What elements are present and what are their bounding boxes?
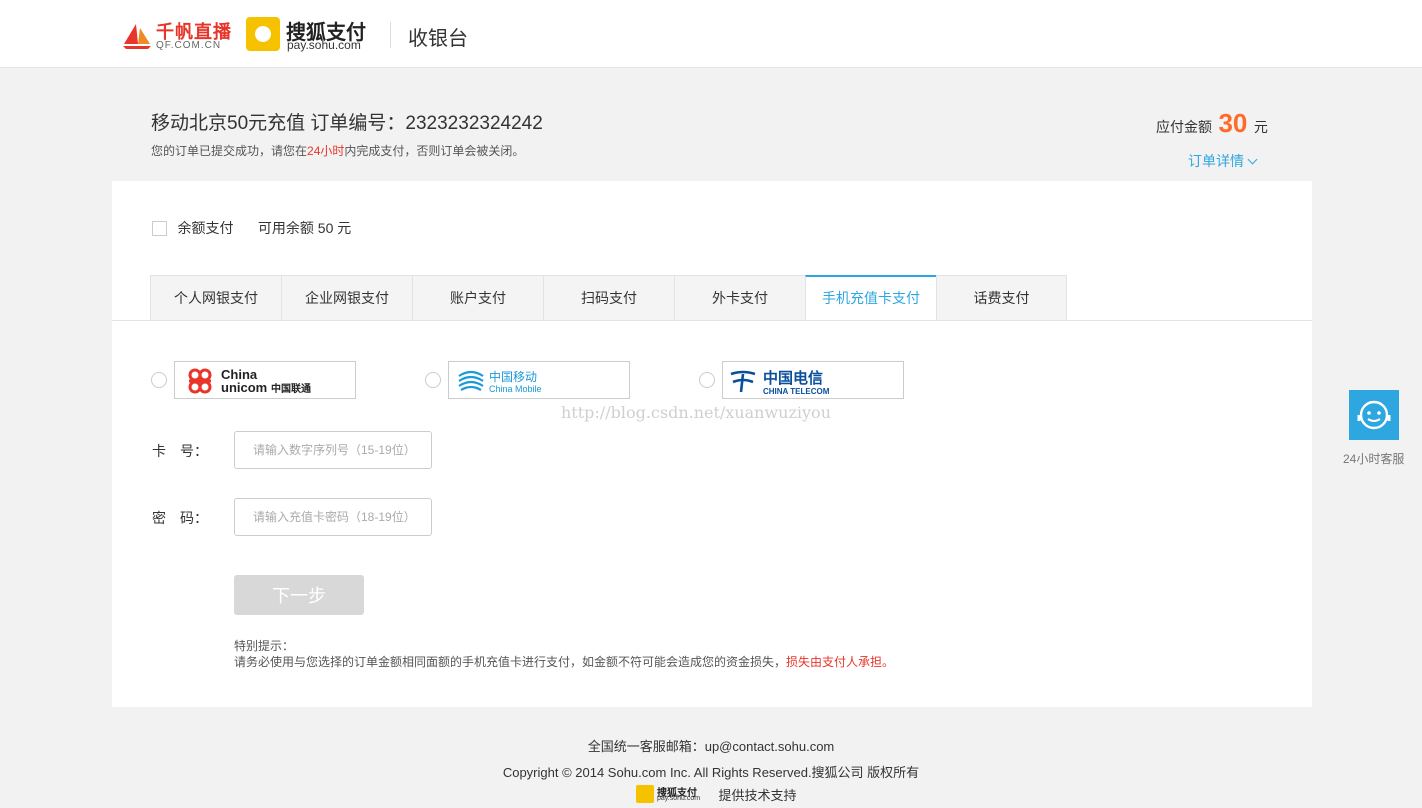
header: 千帆直播 QF.COM.CN 搜狐支付 pay.sohu.com 收银台 <box>0 0 1422 68</box>
order-notice-pre: 您的订单已提交成功，请您在 <box>151 144 308 158</box>
footer-sohu-pay-icon <box>636 785 654 803</box>
china-unicom-logo[interactable]: China unicom 中国联通 <box>174 361 356 399</box>
qianfan-logo-domain: QF.COM.CN <box>156 40 222 51</box>
tabs-divider <box>112 320 1312 321</box>
china-mobile-logo[interactable]: 中国移动 China Mobile <box>448 361 630 399</box>
unicom-text-cn: 中国联通 <box>271 382 311 395</box>
header-divider <box>390 22 391 48</box>
watermark: http://blog.csdn.net/xuanwuziyou <box>561 403 831 422</box>
mobile-text-cn: 中国移动 <box>489 369 537 384</box>
footer-support-text: 提供技术支持 <box>718 787 797 803</box>
tip-warning: 损失由支付人承担。 <box>786 655 895 669</box>
customer-service-button[interactable] <box>1349 390 1399 440</box>
amount-unit: 元 <box>1253 119 1268 135</box>
order-detail-label: 订单详情 <box>1188 153 1244 169</box>
card-password-input[interactable] <box>234 498 432 536</box>
unicom-text-line2: unicom <box>221 380 267 395</box>
payment-panel: 余额支付 可用余额 50 元 个人网银支付 企业网银支付 账户支付 扫码支付 外… <box>112 181 1312 707</box>
tip-title: 特别提示： <box>234 639 295 653</box>
card-password-label: 密 码： <box>152 510 208 526</box>
telecom-text-cn: 中国电信 <box>763 369 823 387</box>
tab-enterprise-bank[interactable]: 企业网银支付 <box>281 275 412 321</box>
china-mobile-icon: 中国移动 China Mobile <box>458 369 542 394</box>
footer-copyright: Copyright © 2014 Sohu.com Inc. All Right… <box>502 765 920 780</box>
carrier-radio-unicom[interactable] <box>151 372 167 388</box>
chevron-down-icon <box>1247 154 1258 165</box>
china-telecom-logo[interactable]: 中国电信 CHINA TELECOM <box>722 361 904 399</box>
carrier-radio-mobile[interactable] <box>425 372 441 388</box>
qianfan-sail-icon <box>123 24 151 49</box>
tip-body: 请务必使用与您选择的订单金额相同面额的手机充值卡进行支付，如金额不符可能会造成您… <box>234 655 787 669</box>
amount-due: 应付金额 30 元 <box>1156 108 1268 139</box>
payment-method-tabs: 个人网银支付 企业网银支付 账户支付 扫码支付 外卡支付 手机充值卡支付 话费支… <box>150 275 1067 321</box>
tab-personal-bank[interactable]: 个人网银支付 <box>150 275 281 321</box>
amount-value: 30 <box>1218 108 1248 138</box>
footer-sohu-pay-logo: 搜狐支付 pay.sohu.com <box>636 784 708 804</box>
sohu-pay-logo-domain: pay.sohu.com <box>287 38 361 52</box>
china-unicom-icon: China unicom 中国联通 <box>188 367 311 395</box>
order-notice-deadline: 24小时 <box>307 144 345 158</box>
tab-phone-recharge-card[interactable]: 手机充值卡支付 <box>805 275 936 321</box>
page-title: 收银台 <box>408 28 468 50</box>
sohu-pay-icon <box>246 17 280 51</box>
tab-foreign-card[interactable]: 外卡支付 <box>674 275 805 321</box>
footer-logo-en: pay.sohu.com <box>657 795 701 802</box>
mobile-text-en: China Mobile <box>489 384 542 394</box>
tip-text: 请务必使用与您选择的订单金额相同面额的手机充值卡进行支付，如金额不符可能会造成您… <box>234 653 894 670</box>
footer-tech-support: 搜狐支付 pay.sohu.com 提供技术支持 <box>636 784 796 804</box>
balance-payment-checkbox[interactable] <box>152 220 167 236</box>
footer-email: 全国统一客服邮箱：up@contact.sohu.com <box>587 739 835 754</box>
sohu-pay-logo[interactable]: 搜狐支付 pay.sohu.com <box>246 16 376 54</box>
tab-phone-bill[interactable]: 话费支付 <box>936 275 1067 321</box>
card-number-label: 卡 号： <box>152 443 208 459</box>
carrier-radio-telecom[interactable] <box>699 372 715 388</box>
order-detail-link[interactable]: 订单详情 <box>1188 151 1258 171</box>
tab-account[interactable]: 账户支付 <box>412 275 543 321</box>
next-step-button[interactable]: 下一步 <box>234 575 364 615</box>
balance-payment-label: 余额支付 <box>177 220 234 236</box>
qianfan-logo[interactable]: 千帆直播 QF.COM.CN <box>122 18 232 54</box>
tab-qr-code[interactable]: 扫码支付 <box>543 275 674 321</box>
order-title: 移动北京50元充值 订单编号：2323232324242 <box>151 113 543 134</box>
order-notice: 您的订单已提交成功，请您在24小时内完成支付，否则订单会被关闭。 <box>151 142 524 159</box>
customer-service-label: 24小时客服 <box>1343 452 1405 466</box>
card-number-input[interactable] <box>234 431 432 469</box>
headset-icon <box>1357 400 1391 430</box>
order-notice-post: 内完成支付，否则订单会被关闭。 <box>344 144 525 158</box>
telecom-text-en: CHINA TELECOM <box>763 387 830 396</box>
amount-label: 应付金额 <box>1156 119 1212 135</box>
china-telecom-icon: 中国电信 CHINA TELECOM <box>730 369 830 396</box>
balance-payment-row: 余额支付 可用余额 50 元 <box>152 218 351 238</box>
available-balance: 可用余额 50 元 <box>257 220 352 236</box>
